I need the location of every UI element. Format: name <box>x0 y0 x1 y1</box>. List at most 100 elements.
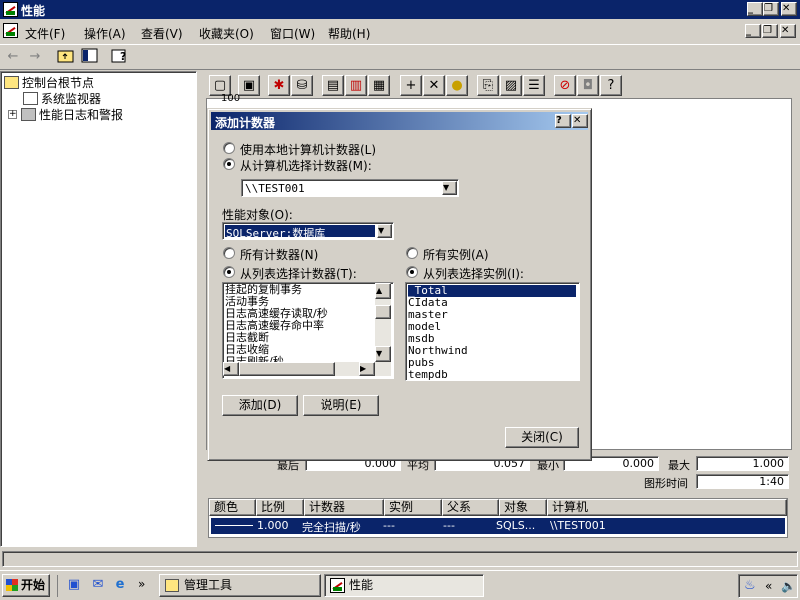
start-button[interactable]: 开始 <box>2 574 50 597</box>
computer-combo[interactable]: \\TEST001 ▼ <box>241 179 459 197</box>
performance-app-icon[interactable] <box>3 2 18 17</box>
quicklaunch-chevron-icon[interactable]: » <box>138 577 145 591</box>
scroll-left-icon[interactable]: ◀ <box>223 362 239 376</box>
radio-all-counters[interactable] <box>223 247 235 259</box>
tray-app-icon[interactable]: ♨ <box>744 578 756 593</box>
browser-icon[interactable]: e <box>110 576 130 596</box>
counter-legend-table: 颜色 比例 计数器 实例 父系 对象 计算机 1.000 完全扫描/秒 --- … <box>208 498 788 538</box>
scroll-thumb[interactable] <box>239 362 335 376</box>
color-swatch-line <box>215 525 253 526</box>
header-instance[interactable]: 实例 <box>384 499 442 516</box>
freeze-display-icon[interactable]: ⊘ <box>554 75 576 96</box>
cell-counter: 完全扫描/秒 <box>302 521 361 534</box>
child-close-button[interactable]: ✕ <box>780 24 796 38</box>
desktop-icon[interactable]: ▣ <box>64 576 84 596</box>
table-row[interactable]: 1.000 完全扫描/秒 --- --- SQLS... \\TEST001 <box>211 518 785 534</box>
paste-counter-list-icon[interactable]: ▨ <box>500 75 522 96</box>
cell-instance: --- <box>383 519 395 532</box>
header-color[interactable]: 颜色 <box>209 499 256 516</box>
view-histogram-icon[interactable]: ▥ <box>345 75 367 96</box>
perf-logs-icon <box>21 108 36 121</box>
header-computer[interactable]: 计算机 <box>547 499 787 516</box>
expand-plus-icon[interactable]: + <box>8 110 17 119</box>
vertical-scrollbar[interactable]: ▲ ▼ <box>375 283 391 362</box>
view-log-data-icon[interactable]: ⛁ <box>291 75 313 96</box>
horizontal-scrollbar[interactable]: ◀ ▶ <box>223 362 391 376</box>
duration-value: 1:40 <box>696 474 789 489</box>
menu-view[interactable]: 查看(V) <box>141 25 183 42</box>
menu-action[interactable]: 操作(A) <box>84 25 126 42</box>
highlight-icon[interactable]: ● <box>446 75 468 96</box>
explain-button[interactable]: 说明(E) <box>303 395 379 416</box>
child-restore-button[interactable]: ❐ <box>762 24 778 38</box>
copy-properties-icon[interactable]: ⎘ <box>477 75 499 96</box>
tray-chevron-icon[interactable]: « <box>765 579 772 593</box>
radio-list-counters[interactable] <box>223 266 235 278</box>
counter-listbox[interactable]: 挂起的复制事务 活动事务 日志高速缓存读取/秒 日志高速缓存命中率 日志截断 日… <box>222 282 394 379</box>
svg-text:?: ? <box>120 50 126 63</box>
computer-value: \\TEST001 <box>245 182 305 195</box>
scroll-up-icon[interactable]: ▲ <box>375 283 391 299</box>
delete-counter-icon[interactable]: ✕ <box>423 75 445 96</box>
add-counter-icon[interactable]: + <box>400 75 422 96</box>
forward-arrow-icon[interactable]: → <box>25 48 45 68</box>
radio-local-computer[interactable] <box>223 142 235 154</box>
tree-item-perf-logs[interactable]: 性能日志和警报 <box>21 106 123 123</box>
add-counters-dialog: 添加计数器 ? ✕ 使用本地计算机计数器(L) 从计算机选择计数器(M): \\… <box>207 108 592 461</box>
child-minimize-button[interactable]: _ <box>745 24 761 38</box>
radio-list-instances[interactable] <box>406 266 418 278</box>
menu-window[interactable]: 窗口(W) <box>270 25 315 42</box>
windows-logo-icon <box>6 579 18 591</box>
view-current-activity-icon[interactable]: ✱ <box>268 75 290 96</box>
header-parent[interactable]: 父系 <box>442 499 499 516</box>
header-counter[interactable]: 计数器 <box>304 499 384 516</box>
list-item[interactable]: tempdb <box>408 369 448 381</box>
scroll-thumb[interactable] <box>375 305 391 319</box>
duration-label: 图形时间 <box>644 477 688 490</box>
cell-parent: --- <box>443 519 455 532</box>
header-object[interactable]: 对象 <box>499 499 547 516</box>
chart-help-icon[interactable]: ? <box>600 75 622 96</box>
mdi-child-icon[interactable] <box>3 23 18 38</box>
back-arrow-icon[interactable]: ← <box>3 48 23 68</box>
radio-select-label: 从计算机选择计数器(M): <box>240 159 372 173</box>
close-button[interactable]: ✕ <box>781 2 797 16</box>
radio-select-computer[interactable] <box>223 158 235 170</box>
close-dialog-button[interactable]: 关闭(C) <box>505 427 579 448</box>
dialog-close-button[interactable]: ✕ <box>572 114 588 128</box>
restore-button[interactable]: ❐ <box>763 2 779 16</box>
email-icon[interactable]: ✉ <box>88 576 108 596</box>
window-titlebar[interactable]: 性能 _ ❐ ✕ <box>0 0 800 19</box>
volume-icon[interactable]: 🔈 <box>781 579 796 593</box>
radio-all-instances[interactable] <box>406 247 418 259</box>
chevron-down-icon[interactable]: ▼ <box>377 224 392 238</box>
up-folder-icon[interactable] <box>56 48 76 68</box>
dialog-titlebar[interactable]: 添加计数器 ? ✕ <box>211 112 588 130</box>
folder-icon <box>165 579 179 592</box>
tree-item-system-monitor[interactable]: 系统监视器 <box>23 90 101 107</box>
clear-display-icon[interactable]: ▣ <box>238 75 260 96</box>
menu-favorites[interactable]: 收藏夹(O) <box>199 25 254 42</box>
properties-icon[interactable]: ☰ <box>523 75 545 96</box>
dialog-help-button[interactable]: ? <box>555 114 571 128</box>
view-graph-icon[interactable]: ▤ <box>322 75 344 96</box>
system-monitor-icon <box>23 92 38 105</box>
header-scale[interactable]: 比例 <box>256 499 304 516</box>
instance-listbox[interactable]: _Total CIdata master model msdb Northwin… <box>405 282 580 381</box>
show-hide-tree-icon[interactable] <box>80 48 100 68</box>
menu-file[interactable]: 文件(F) <box>25 25 65 42</box>
menu-help[interactable]: 帮助(H) <box>328 25 370 42</box>
minimize-button[interactable]: _ <box>747 2 763 16</box>
task-admin-tools[interactable]: 管理工具 <box>159 574 321 597</box>
help-icon[interactable]: ? <box>110 48 130 68</box>
performance-object-combo[interactable]: SQLServer:数据库 ▼ <box>222 222 394 240</box>
scroll-right-icon[interactable]: ▶ <box>359 362 375 376</box>
scroll-down-icon[interactable]: ▼ <box>375 346 391 362</box>
task-performance[interactable]: 性能 <box>324 574 484 597</box>
all-counters-label: 所有计数器(N) <box>240 248 319 262</box>
view-report-icon[interactable]: ▦ <box>368 75 390 96</box>
update-data-icon[interactable]: ◘ <box>577 75 599 96</box>
tree-root[interactable]: 控制台根节点 <box>4 74 94 91</box>
chevron-down-icon[interactable]: ▼ <box>442 181 457 195</box>
add-button[interactable]: 添加(D) <box>222 395 298 416</box>
